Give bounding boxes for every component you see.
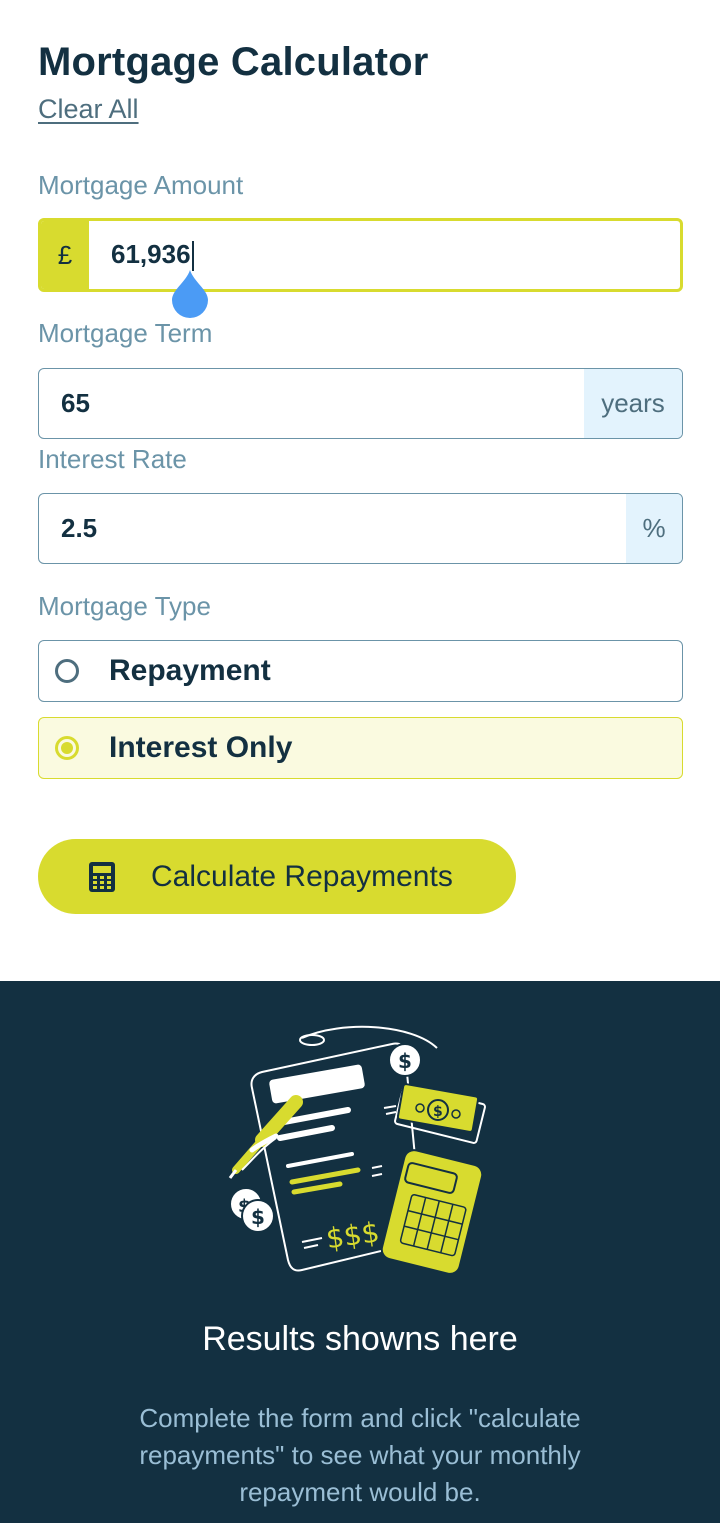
calculate-repayments-button[interactable]: Calculate Repayments — [38, 839, 516, 914]
interest-rate-label: Interest Rate — [38, 444, 187, 474]
page-title: Mortgage Calculator — [38, 40, 429, 84]
interest-rate-input[interactable]: 2.5 — [39, 513, 626, 544]
results-title: Results showns here — [202, 1320, 518, 1358]
mortgage-type-label: Mortgage Type — [38, 591, 211, 621]
radio-interest-only-label: Interest Only — [109, 731, 293, 764]
radio-repayment-label: Repayment — [109, 654, 271, 687]
text-selection-handle[interactable] — [170, 268, 210, 318]
mortgage-term-field[interactable]: 65 years — [38, 368, 683, 439]
mortgage-amount-value: 61,936 — [111, 238, 191, 269]
radio-circle-icon — [55, 659, 79, 683]
calculator-icon — [89, 861, 115, 892]
currency-prefix: £ — [41, 221, 89, 289]
years-suffix: years — [584, 369, 682, 438]
calculate-button-label: Calculate Repayments — [151, 859, 453, 893]
mortgage-amount-label: Mortgage Amount — [38, 170, 244, 200]
radio-selected-icon — [55, 736, 79, 760]
clear-all-link[interactable]: Clear All — [38, 94, 139, 125]
mortgage-amount-input[interactable]: 61,936 — [89, 238, 680, 272]
results-description: Complete the form and click "calculate r… — [139, 1403, 581, 1507]
svg-text:$: $ — [433, 1104, 443, 1120]
interest-rate-field[interactable]: 2.5 % — [38, 493, 683, 564]
empty-results-illustration: $$$ $ $ $ $ — [228, 1025, 486, 1275]
text-caret — [191, 241, 194, 272]
radio-repayment[interactable]: Repayment — [38, 640, 683, 702]
mortgage-term-label: Mortgage Term — [38, 318, 213, 348]
mortgage-amount-field[interactable]: £ 61,936 — [38, 218, 683, 292]
svg-text:$: $ — [398, 1049, 412, 1073]
svg-text:$: $ — [251, 1205, 265, 1229]
radio-interest-only[interactable]: Interest Only — [38, 717, 683, 779]
mortgage-term-input[interactable]: 65 — [39, 388, 584, 419]
percent-suffix: % — [626, 494, 682, 563]
